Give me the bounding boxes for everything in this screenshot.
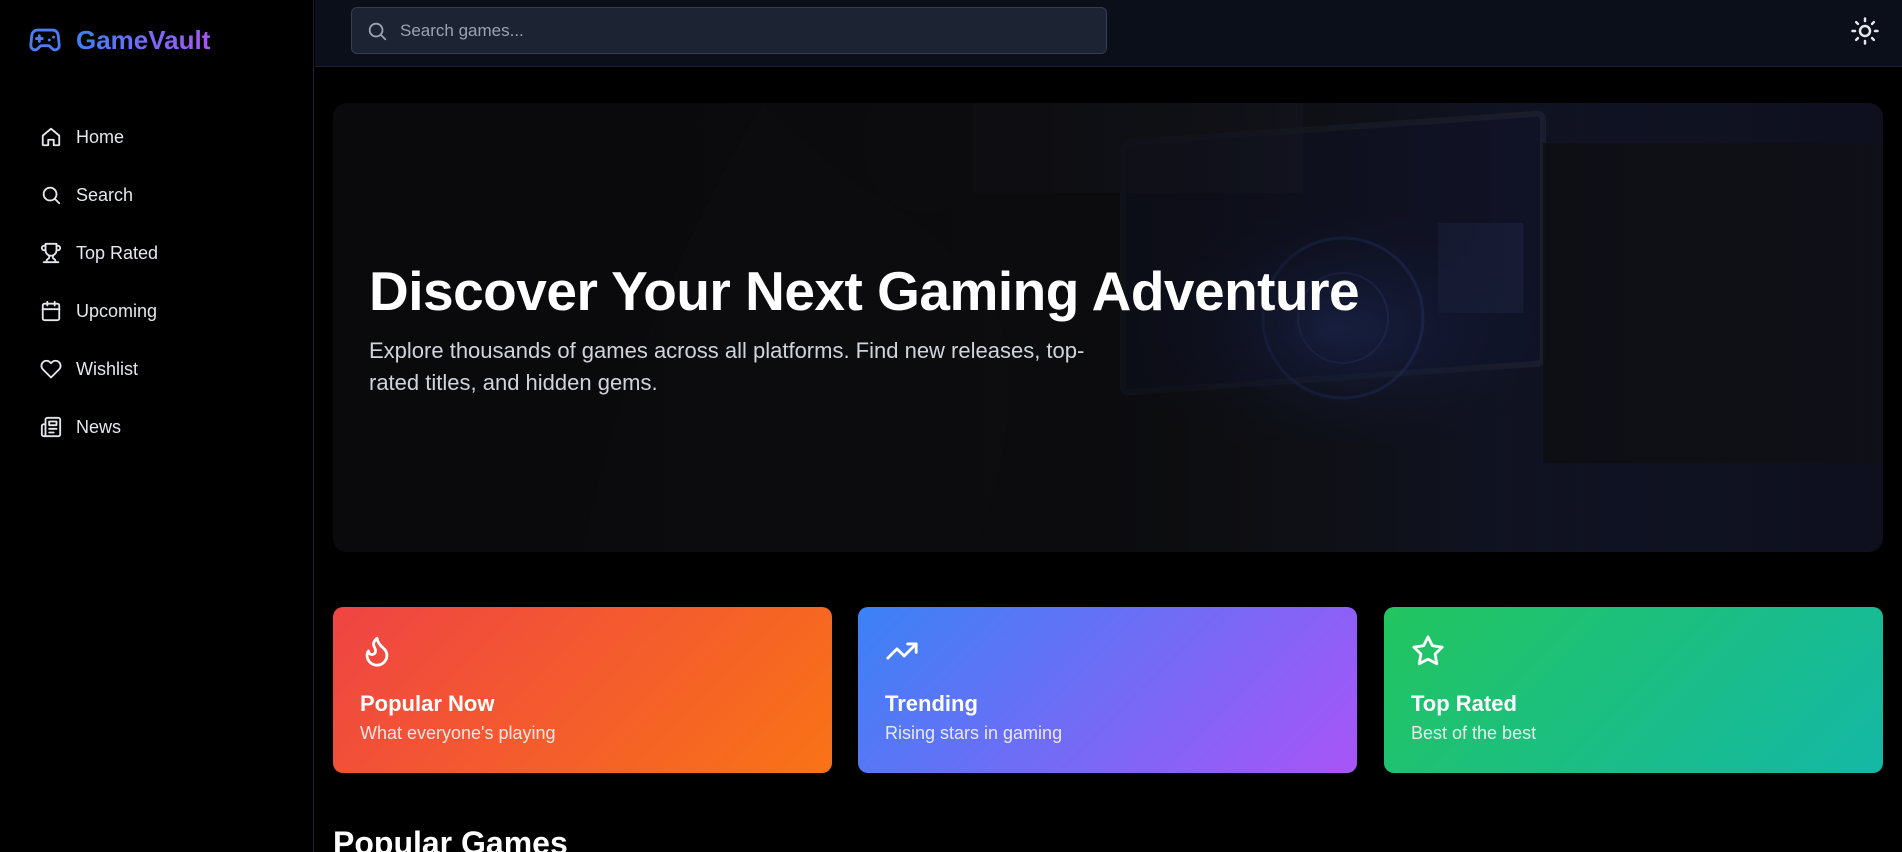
card-title: Trending	[885, 691, 978, 716]
sidebar-item-label: Top Rated	[76, 242, 159, 263]
category-cards: Popular Now What everyone's playing Tren…	[333, 607, 1883, 773]
card-subtitle: Rising stars in gaming	[885, 723, 1063, 743]
star-icon	[1412, 635, 1444, 666]
app-root: GameVault Home Search Top Rated Upcoming	[0, 0, 1902, 852]
search-box[interactable]	[351, 7, 1107, 54]
hero-banner: Discover Your Next Gaming Adventure Expl…	[333, 103, 1883, 552]
category-card-top-rated[interactable]: Top Rated Best of the best	[1384, 607, 1883, 773]
trophy-icon	[40, 242, 62, 264]
sidebar-item-home[interactable]: Home	[40, 108, 300, 166]
sidebar-item-top-rated[interactable]: Top Rated	[40, 224, 300, 282]
card-title: Popular Now	[360, 691, 495, 716]
sidebar-item-search[interactable]: Search	[40, 166, 300, 224]
sidebar-item-label: Home	[76, 126, 125, 147]
sidebar-item-wishlist[interactable]: Wishlist	[40, 340, 300, 398]
sidebar-item-label: Search	[76, 184, 134, 205]
theme-toggle-button[interactable]	[1850, 16, 1880, 46]
app-name: GameVault	[76, 24, 211, 55]
search-input[interactable]	[400, 20, 1080, 41]
newspaper-icon	[40, 416, 62, 438]
search-icon	[368, 22, 387, 40]
search-icon	[42, 186, 61, 205]
sidebar: GameVault Home Search Top Rated Upcoming	[0, 0, 314, 852]
category-card-popular[interactable]: Popular Now What everyone's playing	[333, 607, 832, 773]
popular-games-heading: Popular Games	[333, 825, 568, 852]
hero-title: Discover Your Next Gaming Adventure	[369, 260, 1360, 322]
flame-icon	[365, 636, 389, 667]
card-title: Top Rated	[1411, 691, 1517, 716]
card-subtitle: What everyone's playing	[360, 723, 556, 743]
calendar-icon	[41, 300, 61, 322]
gamepad-icon	[29, 28, 61, 52]
top-bar	[315, 0, 1902, 67]
hero-subtitle: Explore thousands of games across all pl…	[369, 338, 1085, 395]
trending-up-icon	[886, 642, 918, 660]
sidebar-item-label: Upcoming	[76, 300, 158, 321]
sidebar-nav: Home Search Top Rated Upcoming Wishlist …	[40, 108, 300, 456]
category-card-trending[interactable]: Trending Rising stars in gaming	[858, 607, 1357, 773]
card-subtitle: Best of the best	[1411, 723, 1537, 743]
sidebar-item-label: Wishlist	[76, 358, 138, 379]
sidebar-item-upcoming[interactable]: Upcoming	[40, 282, 300, 340]
app-logo[interactable]: GameVault	[28, 22, 210, 58]
home-icon	[41, 127, 61, 147]
sidebar-item-news[interactable]: News	[40, 398, 300, 456]
sun-icon	[1851, 17, 1879, 45]
heart-icon	[40, 359, 62, 379]
sidebar-item-label: News	[76, 416, 122, 437]
hero-background-image	[333, 103, 1883, 552]
